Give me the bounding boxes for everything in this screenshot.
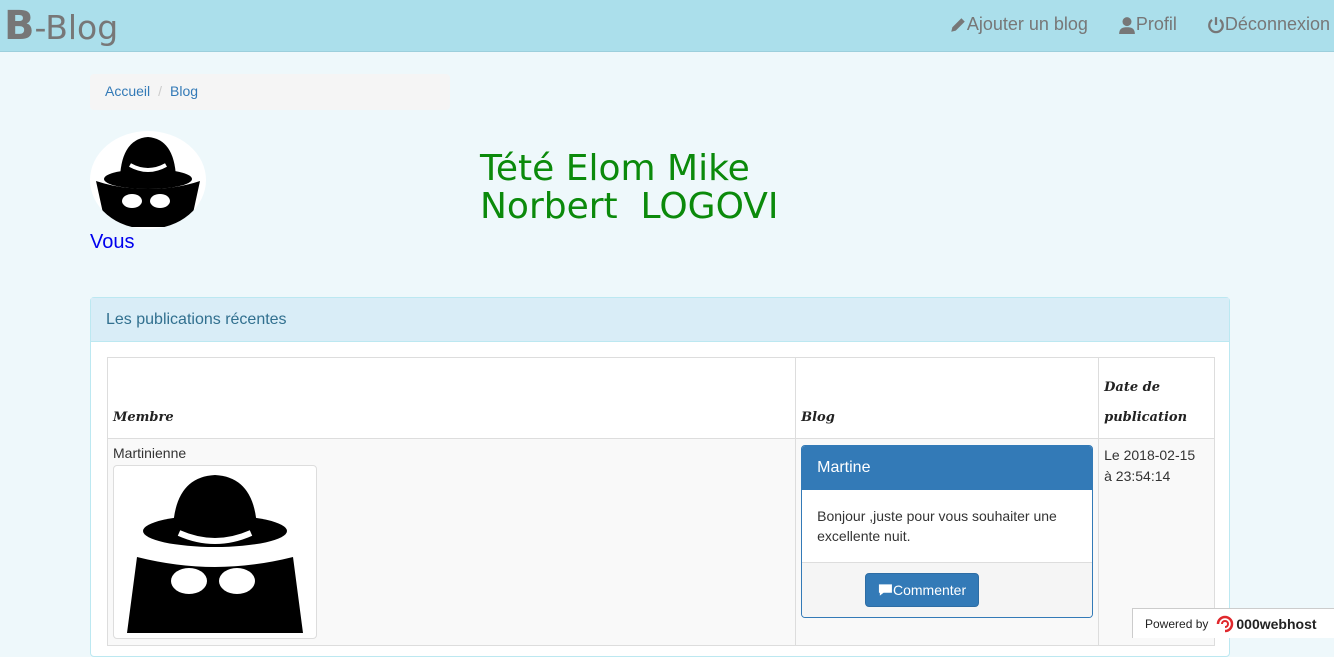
brand-logo[interactable]: B-Blog — [4, 4, 118, 50]
breadcrumb-current[interactable]: Blog — [170, 83, 198, 99]
comment-icon — [879, 584, 893, 596]
panel-title: Les publications récentes — [91, 298, 1229, 342]
user-icon — [1119, 16, 1135, 34]
profile-link[interactable]: Profil — [1118, 14, 1177, 35]
spy-avatar-icon — [127, 475, 303, 633]
spy-avatar-icon — [96, 137, 200, 227]
you-label: Vous — [90, 231, 135, 253]
profile-label: Profil — [1135, 14, 1177, 34]
table-header-row: Membre Blog Date de publication — [106, 357, 1215, 439]
navbar-menu: Ajouter un blog Profil Déconnexion — [949, 14, 1330, 35]
member-avatar — [113, 465, 317, 639]
blog-card: Martine Bonjour ,juste pour vous souhait… — [801, 445, 1094, 618]
date-header: Date de publication — [1098, 357, 1215, 439]
breadcrumb: Accueil / Blog — [90, 74, 450, 110]
host-logo: 000webhost — [1214, 615, 1317, 633]
brand-letter: B — [4, 3, 35, 49]
profile-name-line1: Tété Elom Mike — [480, 148, 750, 189]
blog-title: Martine — [802, 446, 1093, 490]
blog-header: Blog — [795, 357, 1100, 439]
add-blog-label: Ajouter un blog — [966, 14, 1088, 34]
posts-table: Membre Blog Date de publication Martinien… — [106, 357, 1215, 646]
breadcrumb-home[interactable]: Accueil — [105, 83, 150, 99]
host-name: 000webhost — [1236, 615, 1317, 632]
logout-label: Déconnexion — [1224, 14, 1330, 34]
powered-by-badge[interactable]: Powered by 000webhost — [1132, 608, 1334, 638]
add-blog-link[interactable]: Ajouter un blog — [949, 14, 1088, 35]
recent-posts-panel: Les publications récentes Membre Blog Da… — [90, 297, 1230, 657]
breadcrumb-separator: / — [158, 83, 163, 99]
member-cell: Martinienne — [106, 438, 797, 646]
power-icon — [1208, 16, 1224, 33]
date-line1: Le 2018-02-15 — [1104, 447, 1196, 463]
blog-card-footer: Commenter — [802, 562, 1093, 617]
comment-button[interactable]: Commenter — [865, 573, 980, 607]
user-avatar — [90, 131, 206, 229]
member-name: Martinienne — [113, 445, 187, 461]
pencil-icon — [951, 17, 965, 32]
blog-text: Bonjour ,juste pour vous souhaiter une e… — [817, 508, 1057, 544]
powered-by-text: Powered by — [1145, 616, 1209, 631]
logout-link[interactable]: Déconnexion — [1207, 14, 1330, 35]
top-navbar: B-Blog Ajouter un blog Profil Déconnexio… — [0, 0, 1334, 52]
date-header-line2: publication — [1104, 410, 1188, 425]
date-header-line1: Date de — [1104, 380, 1160, 395]
profile-name-line2: Norbert LOGOVI — [480, 186, 779, 227]
blog-cell: Martine Bonjour ,juste pour vous souhait… — [795, 438, 1100, 646]
date-line2: à 23:54:14 — [1104, 468, 1171, 484]
table-row: Martinienne Martine Bonjour ,juste pour … — [106, 438, 1215, 646]
profile-name: Tété Elom Mike Norbert LOGOVI — [480, 150, 779, 226]
comment-label: Commenter — [892, 582, 967, 598]
member-header: Membre — [106, 357, 797, 439]
brand-text: -Blog — [34, 8, 119, 47]
host-swirl-icon — [1217, 615, 1234, 632]
